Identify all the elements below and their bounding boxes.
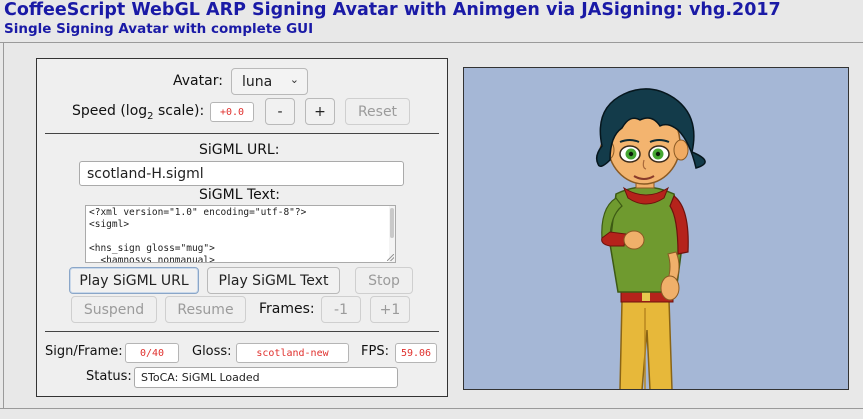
avatar-character xyxy=(595,88,706,389)
speed-decrease-button[interactable]: - xyxy=(265,98,295,125)
avatar-select[interactable]: luna ⌄ xyxy=(231,68,308,95)
sigml-text-content: <?xml version="1.0" encoding="utf-8"?> <… xyxy=(89,207,307,263)
stop-button[interactable]: Stop xyxy=(355,267,413,294)
control-panel: Avatar: luna ⌄ Speed (log2 scale): +0.0 … xyxy=(36,58,448,397)
fps-label: FPS: xyxy=(361,344,389,359)
play-sigml-url-button[interactable]: Play SiGML URL xyxy=(69,267,199,294)
speed-label: Speed (log2 scale): xyxy=(72,103,205,122)
gloss-readout: scotland-new xyxy=(236,343,349,363)
chevron-down-icon: ⌄ xyxy=(289,73,299,86)
fps-readout: 59.06 xyxy=(395,343,437,363)
sign-frame-label: Sign/Frame: xyxy=(45,344,123,359)
speed-increase-button[interactable]: + xyxy=(305,98,335,125)
textarea-scroll-thumb[interactable] xyxy=(390,208,394,238)
page-subtitle: Single Signing Avatar with complete GUI xyxy=(4,21,314,37)
avatar-viewport[interactable] xyxy=(463,67,849,390)
sigml-url-input[interactable]: scotland-H.sigml xyxy=(79,161,404,186)
speed-readout: +0.0 xyxy=(210,102,254,122)
sigml-text-area[interactable]: <?xml version="1.0" encoding="utf-8"?> <… xyxy=(85,205,396,263)
resize-grip-icon[interactable] xyxy=(387,254,394,261)
section-divider xyxy=(45,133,439,134)
avatar-label: Avatar: xyxy=(173,73,223,89)
avatar-select-value: luna xyxy=(242,73,273,90)
sigml-url-label: SiGML URL: xyxy=(199,142,280,158)
sigml-text-label: SiGML Text: xyxy=(199,187,280,203)
sign-frame-readout: 0/40 xyxy=(125,343,179,363)
resume-button[interactable]: Resume xyxy=(165,296,246,323)
suspend-button[interactable]: Suspend xyxy=(71,296,157,323)
header-divider xyxy=(0,42,863,43)
frame-back-button[interactable]: -1 xyxy=(321,296,361,323)
status-label: Status: xyxy=(86,369,132,384)
page-title: CoffeeScript WebGL ARP Signing Avatar wi… xyxy=(4,0,781,20)
page-frame-edge xyxy=(3,43,4,408)
status-field: SToCA: SiGML Loaded xyxy=(134,367,398,388)
frame-forward-button[interactable]: +1 xyxy=(370,296,410,323)
reset-button[interactable]: Reset xyxy=(345,98,410,125)
footer-divider xyxy=(0,408,863,409)
frames-label: Frames: xyxy=(259,301,315,317)
gloss-label: Gloss: xyxy=(192,344,232,359)
section-divider xyxy=(45,331,439,332)
play-sigml-text-button[interactable]: Play SiGML Text xyxy=(207,267,340,294)
